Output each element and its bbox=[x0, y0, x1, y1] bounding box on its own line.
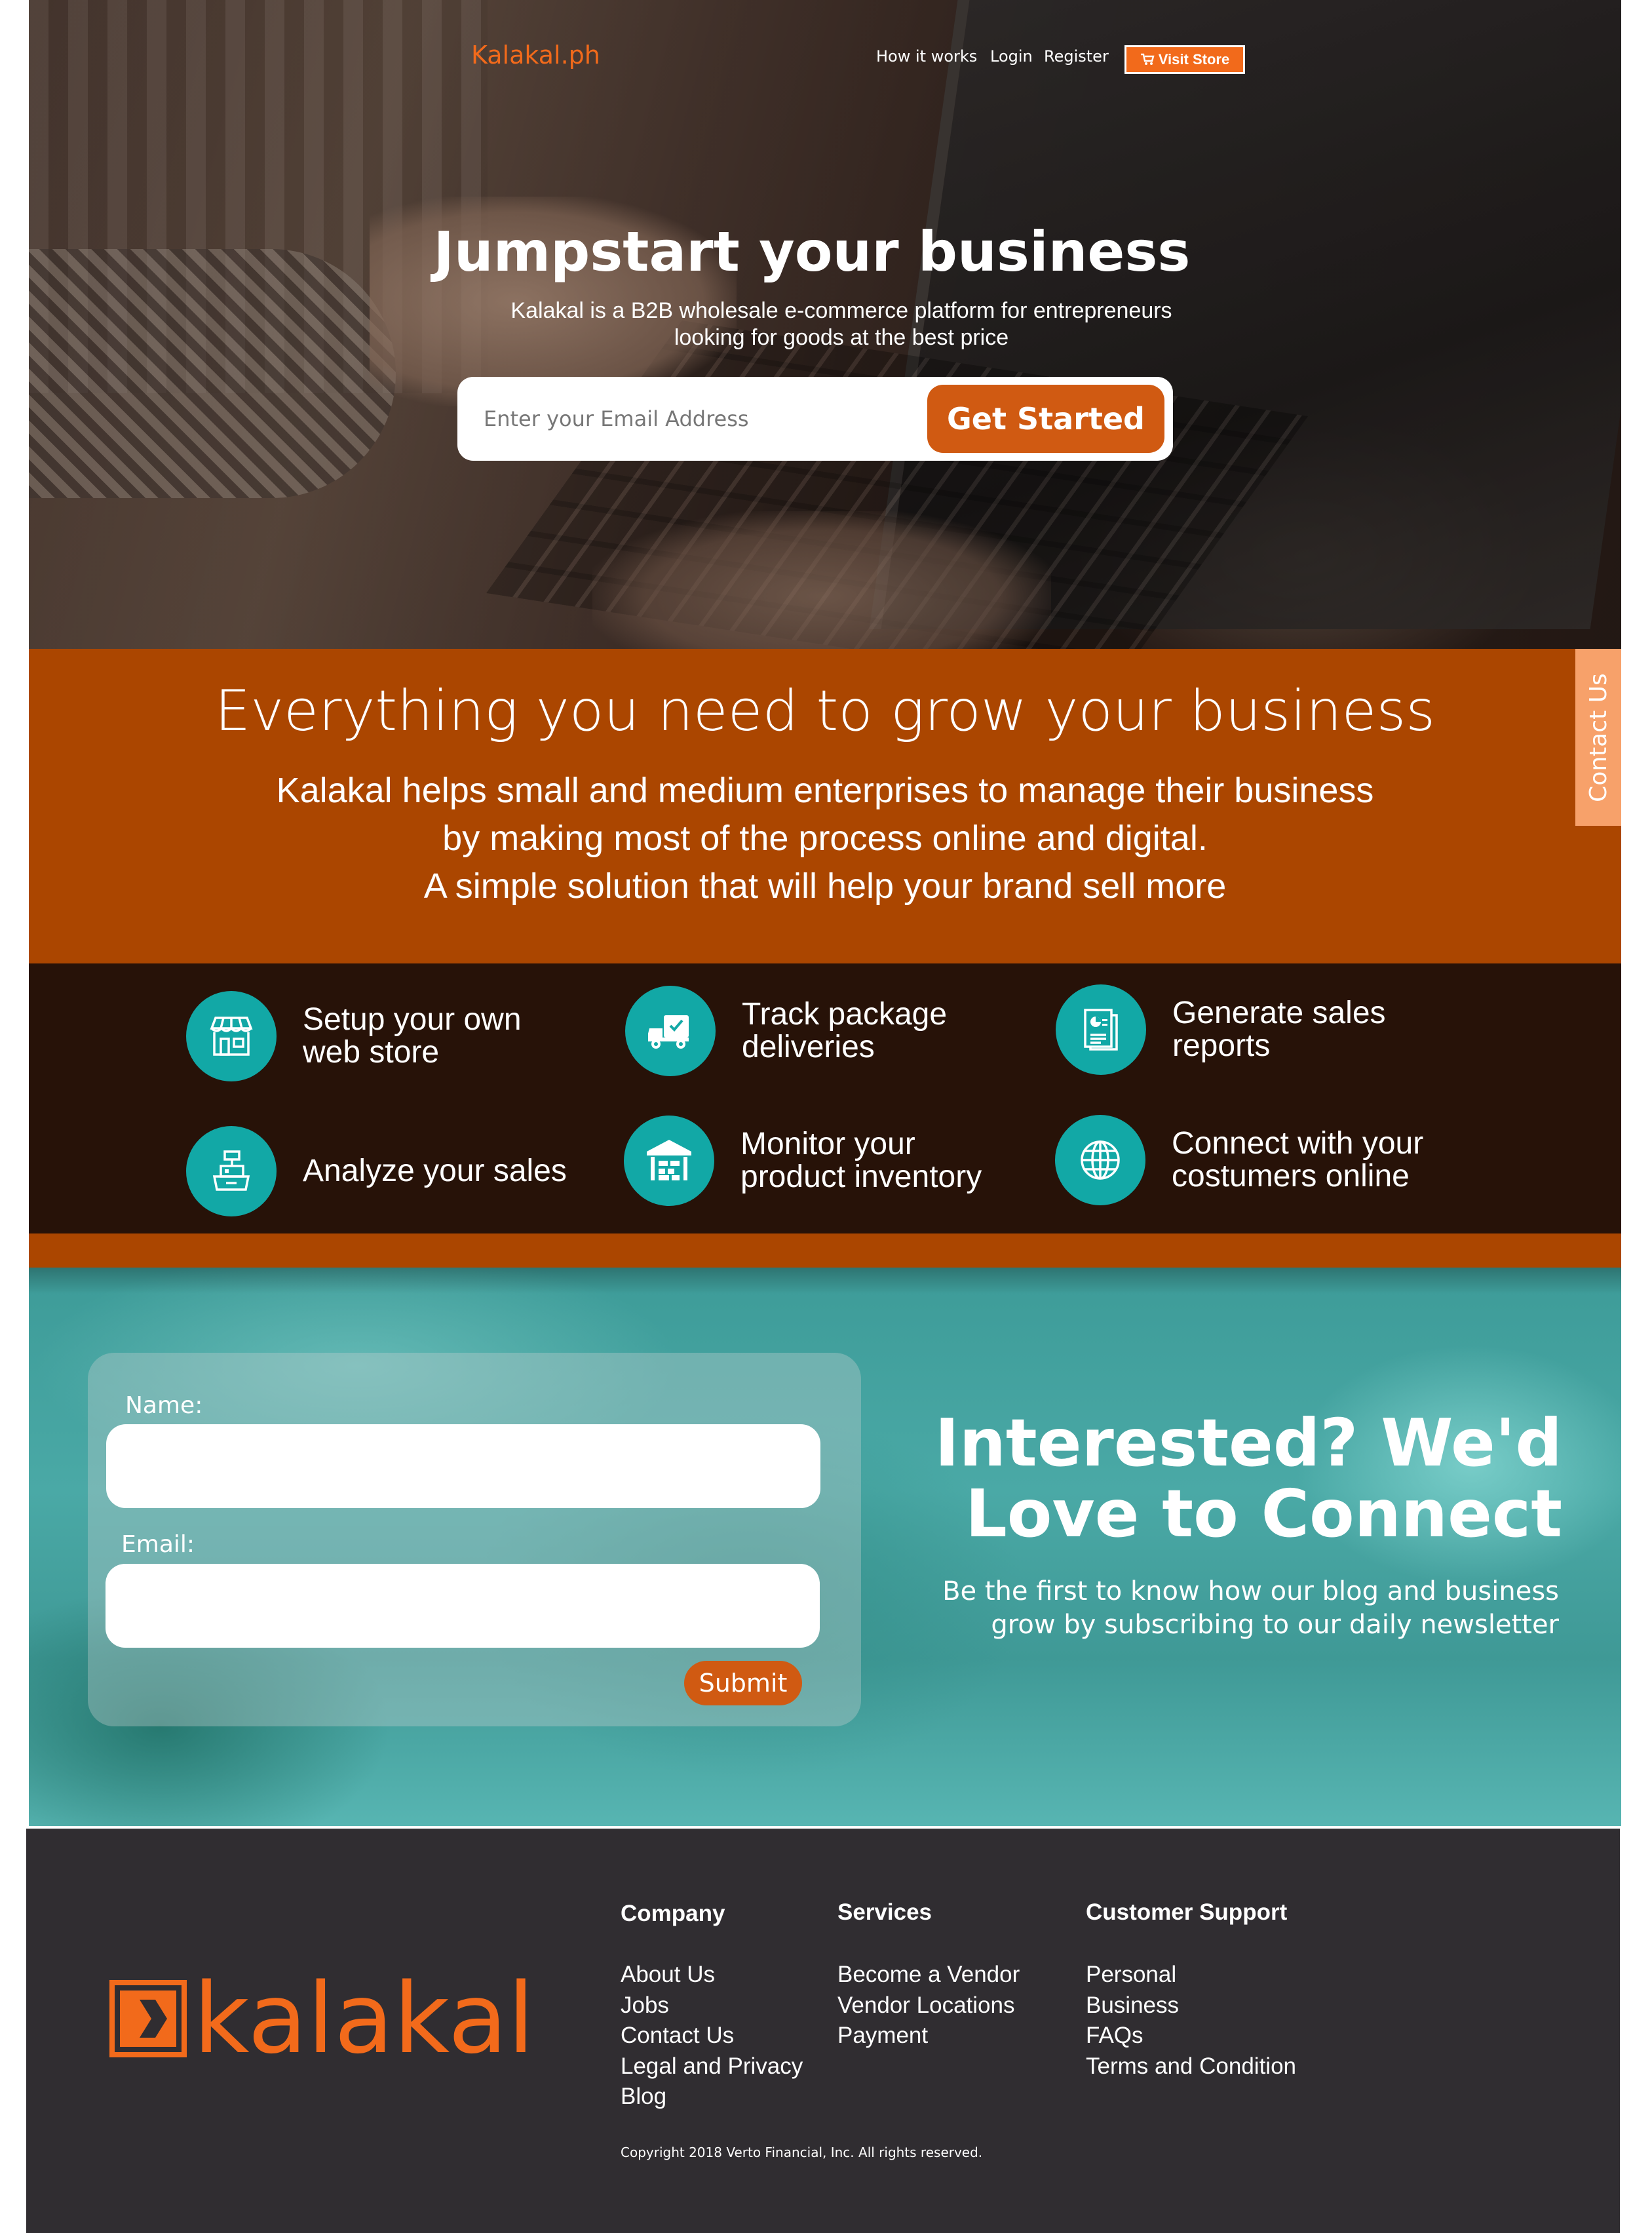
email-label: Email: bbox=[121, 1531, 195, 1558]
connect-subtitle: Be the first to know how our blog and bu… bbox=[942, 1575, 1559, 1642]
feature-item: Track package deliveries bbox=[625, 986, 947, 1076]
connect-subtitle-line: grow by subscribing to our daily newslet… bbox=[991, 1610, 1559, 1640]
store-icon bbox=[186, 991, 277, 1081]
cash-register-icon bbox=[186, 1126, 277, 1216]
section-divider bbox=[29, 1233, 1621, 1268]
visit-store-label: Visit Store bbox=[1158, 51, 1230, 68]
name-label: Name: bbox=[125, 1392, 203, 1419]
feature-item: Setup your own web store bbox=[186, 991, 522, 1081]
feature-label: Generate sales reports bbox=[1172, 997, 1386, 1062]
logo-text: kalakal bbox=[193, 1962, 535, 2075]
feature-label-line: costumers online bbox=[1172, 1159, 1410, 1194]
email-input[interactable] bbox=[484, 395, 890, 442]
feature-item: Analyze your sales bbox=[186, 1126, 567, 1216]
footer-link-blog[interactable]: Blog bbox=[621, 2084, 666, 2109]
cart-icon bbox=[1140, 53, 1155, 65]
hero-title: Jumpstart your business bbox=[29, 220, 1621, 284]
submit-button[interactable]: Submit bbox=[684, 1661, 802, 1705]
footer-list-support: Personal Business FAQs Terms and Conditi… bbox=[1086, 1960, 1296, 2082]
delivery-truck-icon bbox=[625, 986, 716, 1076]
feature-label: Analyze your sales bbox=[303, 1155, 567, 1188]
connect-title-line: Love to Connect bbox=[965, 1475, 1562, 1552]
email-field[interactable] bbox=[106, 1564, 820, 1648]
section-shadow bbox=[29, 1268, 1621, 1294]
contact-us-tab-label: Contact Us bbox=[1585, 672, 1612, 802]
footer-link-faqs[interactable]: FAQs bbox=[1086, 2023, 1143, 2048]
nav-how-it-works[interactable]: How it works bbox=[876, 47, 977, 66]
footer-link-vendor-locations[interactable]: Vendor Locations bbox=[837, 1992, 1014, 2018]
feature-label-line: Setup your own bbox=[303, 1002, 522, 1037]
nav-register[interactable]: Register bbox=[1044, 47, 1109, 66]
feature-label: Setup your own web store bbox=[303, 1003, 522, 1069]
footer-link-become-vendor[interactable]: Become a Vendor bbox=[837, 1962, 1020, 1987]
warehouse-icon bbox=[624, 1116, 714, 1206]
grow-description: Kalakal helps small and medium enterpris… bbox=[29, 767, 1621, 910]
get-started-button[interactable]: Get Started bbox=[927, 385, 1164, 453]
report-icon bbox=[1056, 984, 1146, 1075]
feature-label-line: Connect with your bbox=[1172, 1126, 1424, 1161]
feature-label-line: Generate sales bbox=[1172, 996, 1386, 1030]
feature-label-line: Track package bbox=[742, 997, 948, 1032]
footer-link-contact-us[interactable]: Contact Us bbox=[621, 2023, 734, 2048]
feature-label-line: web store bbox=[303, 1035, 440, 1070]
feature-item: Monitor your product inventory bbox=[624, 1116, 982, 1206]
visit-store-button[interactable]: Visit Store bbox=[1124, 45, 1245, 74]
feature-label: Monitor your product inventory bbox=[740, 1128, 982, 1194]
grow-title: Everything you need to grow your busines… bbox=[214, 678, 1436, 744]
grow-section: Everything you need to grow your busines… bbox=[29, 649, 1621, 963]
footer-logo[interactable]: kalakal bbox=[109, 1962, 535, 2075]
feature-label-line: reports bbox=[1172, 1028, 1271, 1063]
feature-label-line: deliveries bbox=[742, 1030, 875, 1064]
footer-link-business[interactable]: Business bbox=[1086, 1992, 1179, 2018]
feature-label-line: Monitor your bbox=[740, 1127, 915, 1161]
footer-list-services: Become a Vendor Vendor Locations Payment bbox=[837, 1960, 1020, 2051]
grow-description-line: Kalakal helps small and medium enterpris… bbox=[276, 771, 1374, 810]
feature-label-line: product inventory bbox=[740, 1159, 982, 1194]
feature-item: Connect with your costumers online bbox=[1055, 1115, 1423, 1205]
grow-description-line: A simple solution that will help your br… bbox=[423, 866, 1227, 906]
connect-title: Interested? We'd Love to Connect bbox=[935, 1408, 1562, 1549]
features-section: Setup your own web store Track package d… bbox=[29, 963, 1621, 1233]
footer-link-legal-privacy[interactable]: Legal and Privacy bbox=[621, 2053, 803, 2079]
feature-label: Connect with your costumers online bbox=[1172, 1127, 1423, 1193]
footer-list-company: About Us Jobs Contact Us Legal and Priva… bbox=[621, 1960, 803, 2112]
connect-title-line: Interested? We'd bbox=[934, 1405, 1562, 1481]
footer-heading-support: Customer Support bbox=[1086, 1899, 1288, 1925]
logo-mark-icon bbox=[109, 1980, 187, 2057]
footer-link-jobs[interactable]: Jobs bbox=[621, 1992, 669, 2018]
hero-subtitle-line: Kalakal is a B2B wholesale e-commerce pl… bbox=[510, 298, 1172, 323]
nav-login[interactable]: Login bbox=[990, 47, 1033, 66]
hero-subtitle: Kalakal is a B2B wholesale e-commerce pl… bbox=[448, 298, 1235, 351]
footer-link-terms[interactable]: Terms and Condition bbox=[1086, 2053, 1296, 2079]
name-input[interactable] bbox=[106, 1424, 820, 1508]
hero-title-text: Jumpstart your business bbox=[433, 220, 1191, 284]
footer-heading-company: Company bbox=[621, 1901, 725, 1926]
connect-subtitle-line: Be the first to know how our blog and bu… bbox=[942, 1576, 1559, 1606]
footer-heading-services: Services bbox=[837, 1899, 932, 1925]
footer-link-personal[interactable]: Personal bbox=[1086, 1962, 1176, 1987]
grow-description-line: by making most of the process online and… bbox=[442, 819, 1208, 858]
contact-us-tab[interactable]: Contact Us bbox=[1575, 649, 1621, 826]
feature-label-line: Analyze your sales bbox=[303, 1154, 567, 1188]
footer-link-payment[interactable]: Payment bbox=[837, 2023, 928, 2048]
feature-item: Generate sales reports bbox=[1056, 984, 1386, 1075]
footer-link-about-us[interactable]: About Us bbox=[621, 1962, 715, 1987]
globe-icon bbox=[1055, 1115, 1145, 1205]
hero-background-arm bbox=[29, 249, 396, 498]
feature-label: Track package deliveries bbox=[742, 998, 947, 1064]
copyright-text: Copyright 2018 Verto Financial, Inc. All… bbox=[621, 2145, 983, 2160]
email-signup-box: Get Started bbox=[457, 377, 1173, 461]
hero-subtitle-line: looking for goods at the best price bbox=[674, 325, 1009, 350]
hero-background-hand bbox=[592, 511, 1051, 649]
brand-link[interactable]: Kalakal.ph bbox=[471, 41, 600, 69]
hero-section: Kalakal.ph How it works Login Register V… bbox=[29, 0, 1621, 649]
